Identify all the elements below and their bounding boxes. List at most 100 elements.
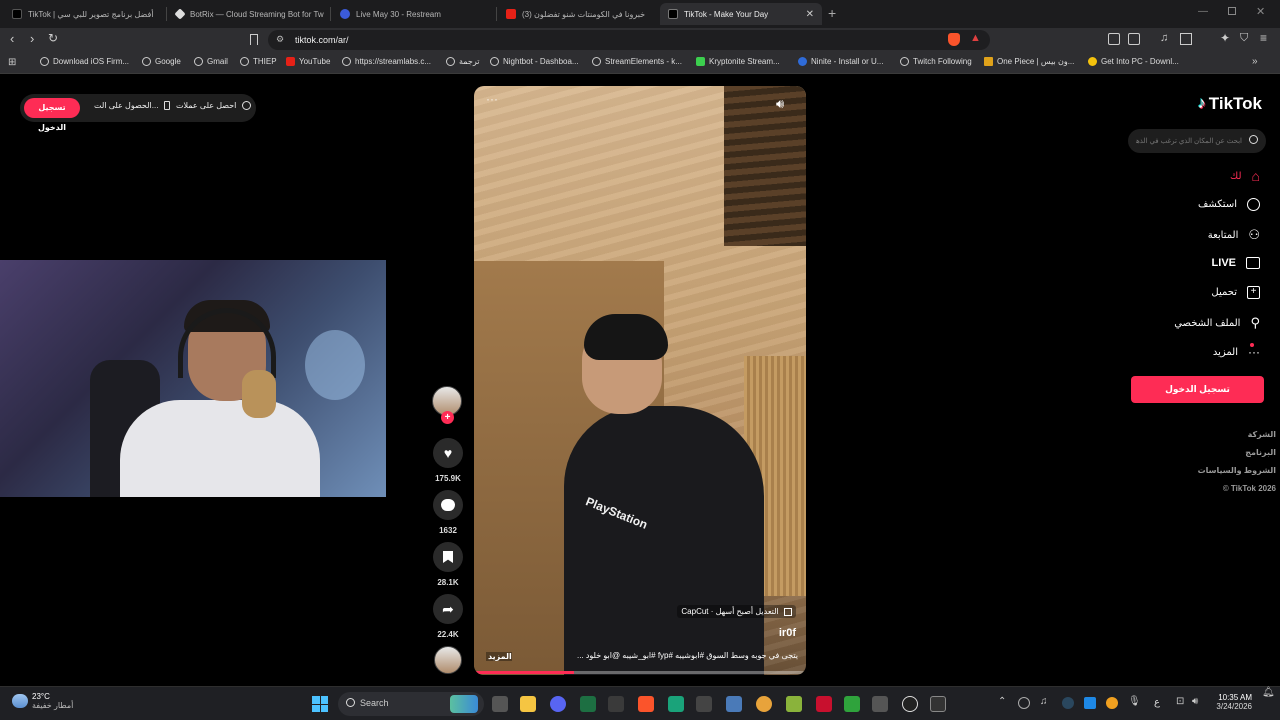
nav-live[interactable]: LIVE bbox=[1212, 257, 1260, 269]
brave-rewards-icon[interactable]: ▲ bbox=[970, 32, 981, 44]
obs-icon[interactable] bbox=[902, 696, 918, 712]
back-icon[interactable]: ‹ bbox=[10, 31, 14, 46]
excel-icon[interactable] bbox=[580, 696, 596, 712]
app-b-icon[interactable] bbox=[668, 696, 684, 712]
tray-app2-icon[interactable] bbox=[1084, 697, 1096, 709]
capcut-tag[interactable]: CapCut · التعديل أصبح أسهل bbox=[677, 605, 796, 618]
tab-botrix[interactable]: BotRix — Cloud Streaming Bot for Tw bbox=[168, 3, 328, 25]
vpn-icon[interactable]: ⛉ bbox=[1240, 32, 1248, 45]
tab-youtube[interactable]: (3) خبرونا في الكومنتات شنو تفضلون bbox=[498, 3, 658, 25]
network-icon[interactable]: ⊡ bbox=[1176, 696, 1184, 707]
leo-ai-icon[interactable]: ✦ bbox=[1220, 31, 1230, 45]
login-button-top[interactable]: تسجيل الدخول bbox=[24, 98, 80, 132]
search-icon[interactable] bbox=[1249, 135, 1258, 144]
menu-icon[interactable]: ≡ bbox=[1260, 31, 1267, 45]
close-window-icon[interactable]: ✕ bbox=[1256, 5, 1265, 18]
site-info-icon[interactable]: ⚙ bbox=[276, 34, 284, 45]
nav-more[interactable]: المزيد ··· bbox=[1213, 343, 1260, 359]
more-bookmarks-icon[interactable]: » bbox=[1252, 56, 1258, 67]
acrobat-icon[interactable] bbox=[816, 696, 832, 712]
tab-tiktok-active[interactable]: TikTok - Make Your Day ✕ bbox=[660, 3, 822, 25]
bookmark-item[interactable]: One Piece | ون بيس... bbox=[984, 57, 1074, 66]
notification-bell-icon[interactable]: 🔔︎ bbox=[1262, 687, 1275, 698]
sidebar-login-button[interactable]: تسجيل الدخول bbox=[1131, 376, 1264, 403]
tray-app-icon[interactable] bbox=[1018, 697, 1030, 709]
video-progress-track[interactable] bbox=[474, 671, 806, 674]
bookmark-item[interactable]: YouTube bbox=[286, 57, 330, 66]
tab-restream[interactable]: Live May 30 - Restream bbox=[332, 3, 498, 25]
bookmark-item[interactable]: Download iOS Firm... bbox=[40, 57, 129, 66]
task-view-icon[interactable] bbox=[492, 696, 508, 712]
discord-icon[interactable] bbox=[550, 696, 566, 712]
clock[interactable]: 10:35 AM 3/24/2026 bbox=[1212, 693, 1252, 711]
bookmark-item[interactable]: Gmail bbox=[194, 57, 228, 66]
tray-overflow-icon[interactable]: ⌃ bbox=[998, 696, 1006, 707]
terminal-icon[interactable] bbox=[930, 696, 946, 712]
bookmark-item[interactable]: Get Into PC - Downl... bbox=[1088, 57, 1179, 66]
volume-icon[interactable]: 🔊︎ bbox=[776, 96, 784, 112]
network-app-icon[interactable] bbox=[872, 696, 888, 712]
get-app-button[interactable]: الحصول على الت... bbox=[94, 101, 170, 111]
input-language[interactable]: ع bbox=[1154, 697, 1160, 708]
sound-avatar[interactable] bbox=[434, 646, 462, 674]
nav-following[interactable]: المتابعة ⚇ bbox=[1208, 227, 1260, 243]
save-button[interactable] bbox=[433, 542, 463, 572]
restore-icon[interactable] bbox=[1228, 7, 1236, 15]
video-options-icon[interactable]: ··· bbox=[486, 92, 498, 106]
bookmark-item[interactable]: Google bbox=[142, 57, 181, 66]
tray-app3-icon[interactable] bbox=[1106, 697, 1118, 709]
caption-more-link[interactable]: المزيد bbox=[486, 652, 512, 661]
address-bar[interactable]: ⚙ tiktok.com/ar/ ▲ bbox=[268, 30, 990, 50]
app-green-icon[interactable] bbox=[786, 696, 802, 712]
media-player-icon[interactable] bbox=[844, 696, 860, 712]
get-coins-button[interactable]: احصل على عملات bbox=[176, 101, 251, 111]
microphone-icon[interactable]: 🎙︎ bbox=[1128, 696, 1141, 707]
tray-headset-icon[interactable]: ♫ bbox=[1040, 696, 1048, 707]
minimize-icon[interactable]: — bbox=[1198, 6, 1208, 17]
bookmark-item[interactable]: Nightbot - Dashboa... bbox=[490, 57, 579, 66]
follow-plus-icon[interactable]: + bbox=[441, 411, 454, 424]
search-box[interactable] bbox=[1128, 129, 1266, 153]
tiktok-logo[interactable]: ♪ TikTok bbox=[1198, 94, 1262, 114]
video-author[interactable]: ir0f bbox=[779, 627, 796, 639]
footer-link-program[interactable]: البرنامج bbox=[1245, 448, 1276, 457]
file-explorer-icon[interactable] bbox=[520, 696, 536, 712]
bookmark-item[interactable]: Kryptonite Stream... bbox=[696, 57, 780, 66]
nav-profile[interactable]: الملف الشخصي ⚲ bbox=[1174, 315, 1260, 331]
volume-tray-icon[interactable]: 🔊︎ bbox=[1192, 696, 1198, 707]
comment-button[interactable] bbox=[433, 490, 463, 520]
nav-explore[interactable]: استكشف bbox=[1198, 198, 1260, 211]
weather-widget[interactable]: 23°C أمطار خفيفة bbox=[12, 692, 73, 710]
bookmark-item[interactable]: Ninite - Install or U... bbox=[798, 57, 883, 66]
tab-tiktok-pc[interactable]: TikTok | أفضل برنامج تصوير للبي سي bbox=[4, 3, 166, 25]
media-icon[interactable]: ♫ bbox=[1160, 32, 1168, 44]
footer-link-terms[interactable]: الشروط والسياسات bbox=[1198, 466, 1276, 475]
brave-icon[interactable] bbox=[638, 696, 654, 712]
footer-link-company[interactable]: الشركة bbox=[1248, 430, 1276, 439]
wallet-icon[interactable] bbox=[1128, 33, 1140, 45]
app-g-icon[interactable] bbox=[696, 696, 712, 712]
folder-icon[interactable] bbox=[726, 696, 742, 712]
bookmark-item[interactable]: THIEP bbox=[240, 57, 277, 66]
bookmark-page-icon[interactable] bbox=[250, 34, 258, 45]
nav-upload[interactable]: تحميل + bbox=[1211, 286, 1260, 299]
taskbar-search[interactable]: Search bbox=[338, 692, 484, 716]
store-icon[interactable] bbox=[608, 696, 624, 712]
extensions-icon[interactable] bbox=[1108, 33, 1120, 45]
brave-shield-icon[interactable] bbox=[948, 33, 960, 46]
apps-grid-icon[interactable]: ⊞ bbox=[8, 57, 16, 68]
video-player[interactable]: PlayStation ··· 🔊︎ CapCut · التعديل أصبح… bbox=[474, 86, 806, 675]
nav-for-you[interactable]: لك ⌂ bbox=[1230, 168, 1260, 184]
bookmark-item[interactable]: https://streamlabs.c... bbox=[342, 57, 431, 66]
chrome-icon[interactable] bbox=[756, 696, 772, 712]
start-button[interactable] bbox=[312, 696, 328, 712]
search-input[interactable] bbox=[1136, 133, 1242, 149]
sidebar-icon[interactable] bbox=[1180, 33, 1192, 45]
forward-icon[interactable]: › bbox=[30, 31, 34, 46]
share-button[interactable]: ➦ bbox=[433, 594, 463, 624]
new-tab-icon[interactable]: + bbox=[828, 5, 836, 21]
bookmark-item[interactable]: Twitch Following bbox=[900, 57, 972, 66]
tray-steam-icon[interactable] bbox=[1062, 697, 1074, 709]
bookmark-item[interactable]: ترجمة bbox=[446, 57, 480, 66]
bookmark-item[interactable]: StreamElements - k... bbox=[592, 57, 682, 66]
